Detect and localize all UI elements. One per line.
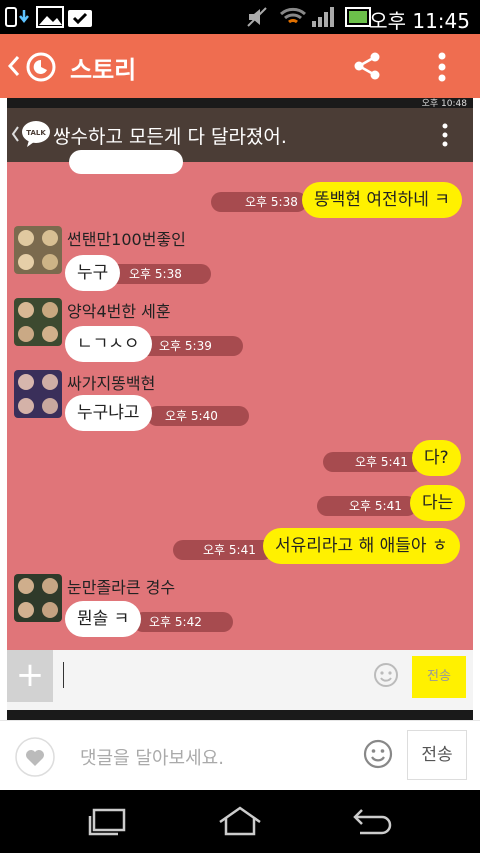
divider <box>0 720 480 721</box>
chat-menu-icon <box>442 123 448 147</box>
avatar <box>14 298 62 346</box>
story-image: 오후 10:48 TALK 쌍수하고 모든게 다 달라졌어. 오후 5:38 똥… <box>7 98 473 710</box>
kakaotalk-talk-icon: TALK <box>22 121 50 147</box>
status-time: 오후 11:45 <box>369 9 470 33</box>
message-bubble: 누구냐고 <box>65 395 152 431</box>
wifi-icon <box>280 7 306 24</box>
chat-emoticon-icon <box>374 663 398 687</box>
comment-input[interactable]: 댓글을 달아보세요. <box>80 744 224 770</box>
app-header: 스토리 <box>0 34 480 98</box>
gallery-notification-icon <box>36 6 64 28</box>
message-bubble-partial <box>69 150 183 174</box>
message-time: 오후 5:41 <box>323 452 423 472</box>
chat-send-button: 전송 <box>412 656 466 698</box>
message-time: 오후 5:39 <box>137 336 243 356</box>
my-message-bubble: 다는 <box>410 485 466 521</box>
status-bar: 오후 11:45 <box>0 0 480 34</box>
more-options-icon[interactable] <box>436 52 448 82</box>
comment-send-button[interactable]: 전송 <box>407 730 467 780</box>
svg-text:TALK: TALK <box>26 129 46 137</box>
navigation-bar <box>0 790 480 853</box>
chat-back-icon <box>11 126 19 142</box>
message-time: 오후 5:40 <box>147 406 249 426</box>
message-bubble: 누구 <box>65 255 121 291</box>
kakaostory-logo-icon <box>26 52 56 82</box>
comment-bar: 댓글을 달아보세요. 전송 <box>0 720 480 790</box>
home-icon[interactable] <box>216 806 264 836</box>
signal-icon <box>312 7 334 27</box>
message-bubble: ㄴㄱㅅㅇ <box>65 326 152 362</box>
message-time: 오후 5:38 <box>107 264 211 284</box>
sender-name: 썬탠만100번좋인 <box>67 230 186 249</box>
back-nav-icon[interactable] <box>352 806 396 836</box>
mute-icon <box>247 7 267 27</box>
back-icon[interactable] <box>6 54 22 78</box>
my-message-bubble: 똥백현 여전하네 ㅋ <box>302 182 462 218</box>
message-time: 오후 5:41 <box>173 540 273 560</box>
my-message-bubble: 서유리라고 해 애들아 ㅎ <box>263 528 460 564</box>
message-time: 오후 5:38 <box>211 192 307 212</box>
page-title: 스토리 <box>70 56 137 84</box>
sender-name: 양악4번한 세훈 <box>67 302 171 321</box>
message-time: 오후 5:42 <box>133 612 233 632</box>
like-heart-icon[interactable] <box>14 736 56 778</box>
avatar <box>14 226 62 274</box>
avatar <box>14 370 62 418</box>
chat-room-title: 쌍수하고 모든게 다 달라졌어. <box>53 126 287 148</box>
inner-status-bar: 오후 10:48 <box>7 98 473 108</box>
sender-name: 싸가지똥백현 <box>67 374 156 393</box>
inner-status-strip <box>7 710 473 720</box>
message-time: 오후 5:41 <box>317 496 417 516</box>
my-message-bubble: 다? <box>412 440 461 476</box>
recent-apps-icon[interactable] <box>86 808 128 836</box>
emoticon-icon[interactable] <box>362 738 394 770</box>
bag-check-notification-icon <box>68 10 92 27</box>
message-bubble: 뭔솔 ㅋ <box>65 601 142 637</box>
sender-name: 눈만졸라큰 경수 <box>67 578 176 597</box>
chat-input-bar: + 전송 <box>7 650 473 710</box>
share-icon[interactable] <box>352 51 382 81</box>
download-notification-icon <box>5 7 29 27</box>
text-cursor <box>63 662 64 688</box>
inner-status-time: 오후 10:48 <box>421 99 467 108</box>
avatar <box>14 574 62 622</box>
chat-plus-icon: + <box>7 650 53 702</box>
